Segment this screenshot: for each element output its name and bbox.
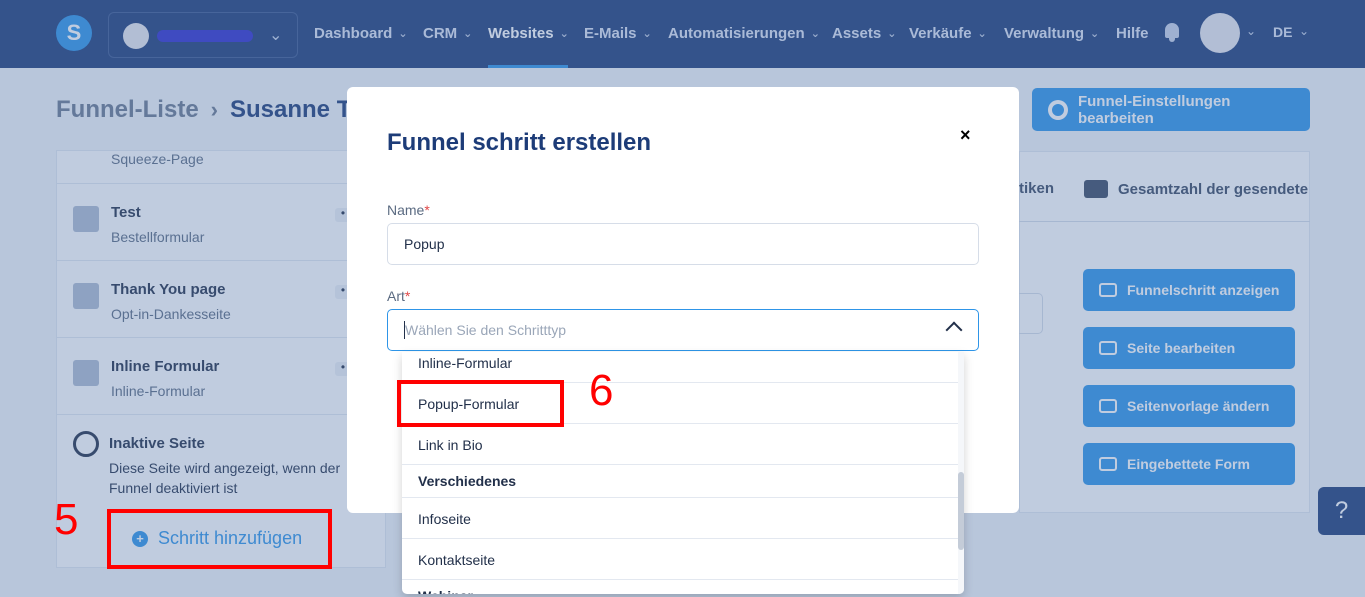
annotation-box-6 (397, 380, 564, 427)
type-label: Art* (387, 288, 410, 304)
option-info-page[interactable]: Infoseite (402, 498, 958, 539)
chevron-up-icon[interactable] (945, 321, 963, 339)
option-inline-form[interactable]: Inline-Formular (402, 352, 958, 383)
annotation-number-5: 5 (54, 495, 79, 544)
option-group-webinar: Webinar (402, 580, 958, 594)
label-text: Art (387, 288, 405, 304)
annotation-number-6: 6 (589, 366, 614, 415)
close-icon[interactable]: × (960, 125, 971, 146)
required-mark: * (424, 202, 430, 218)
dropdown-scrollbar-thumb[interactable] (958, 472, 964, 550)
label-text: Name (387, 202, 425, 218)
modal-title: Funnel schritt erstellen (387, 129, 652, 156)
name-label: Name* (387, 202, 430, 218)
step-type-select[interactable]: Wählen Sie den Schritttyp (387, 309, 979, 351)
required-mark: * (404, 288, 411, 304)
name-input[interactable] (387, 223, 979, 265)
option-link-in-bio[interactable]: Link in Bio (402, 424, 958, 465)
option-group-misc: Verschiedenes (402, 465, 958, 498)
option-contact-page[interactable]: Kontaktseite (402, 539, 958, 580)
select-placeholder: Wählen Sie den Schritttyp (405, 322, 567, 338)
annotation-box-5 (107, 509, 332, 569)
